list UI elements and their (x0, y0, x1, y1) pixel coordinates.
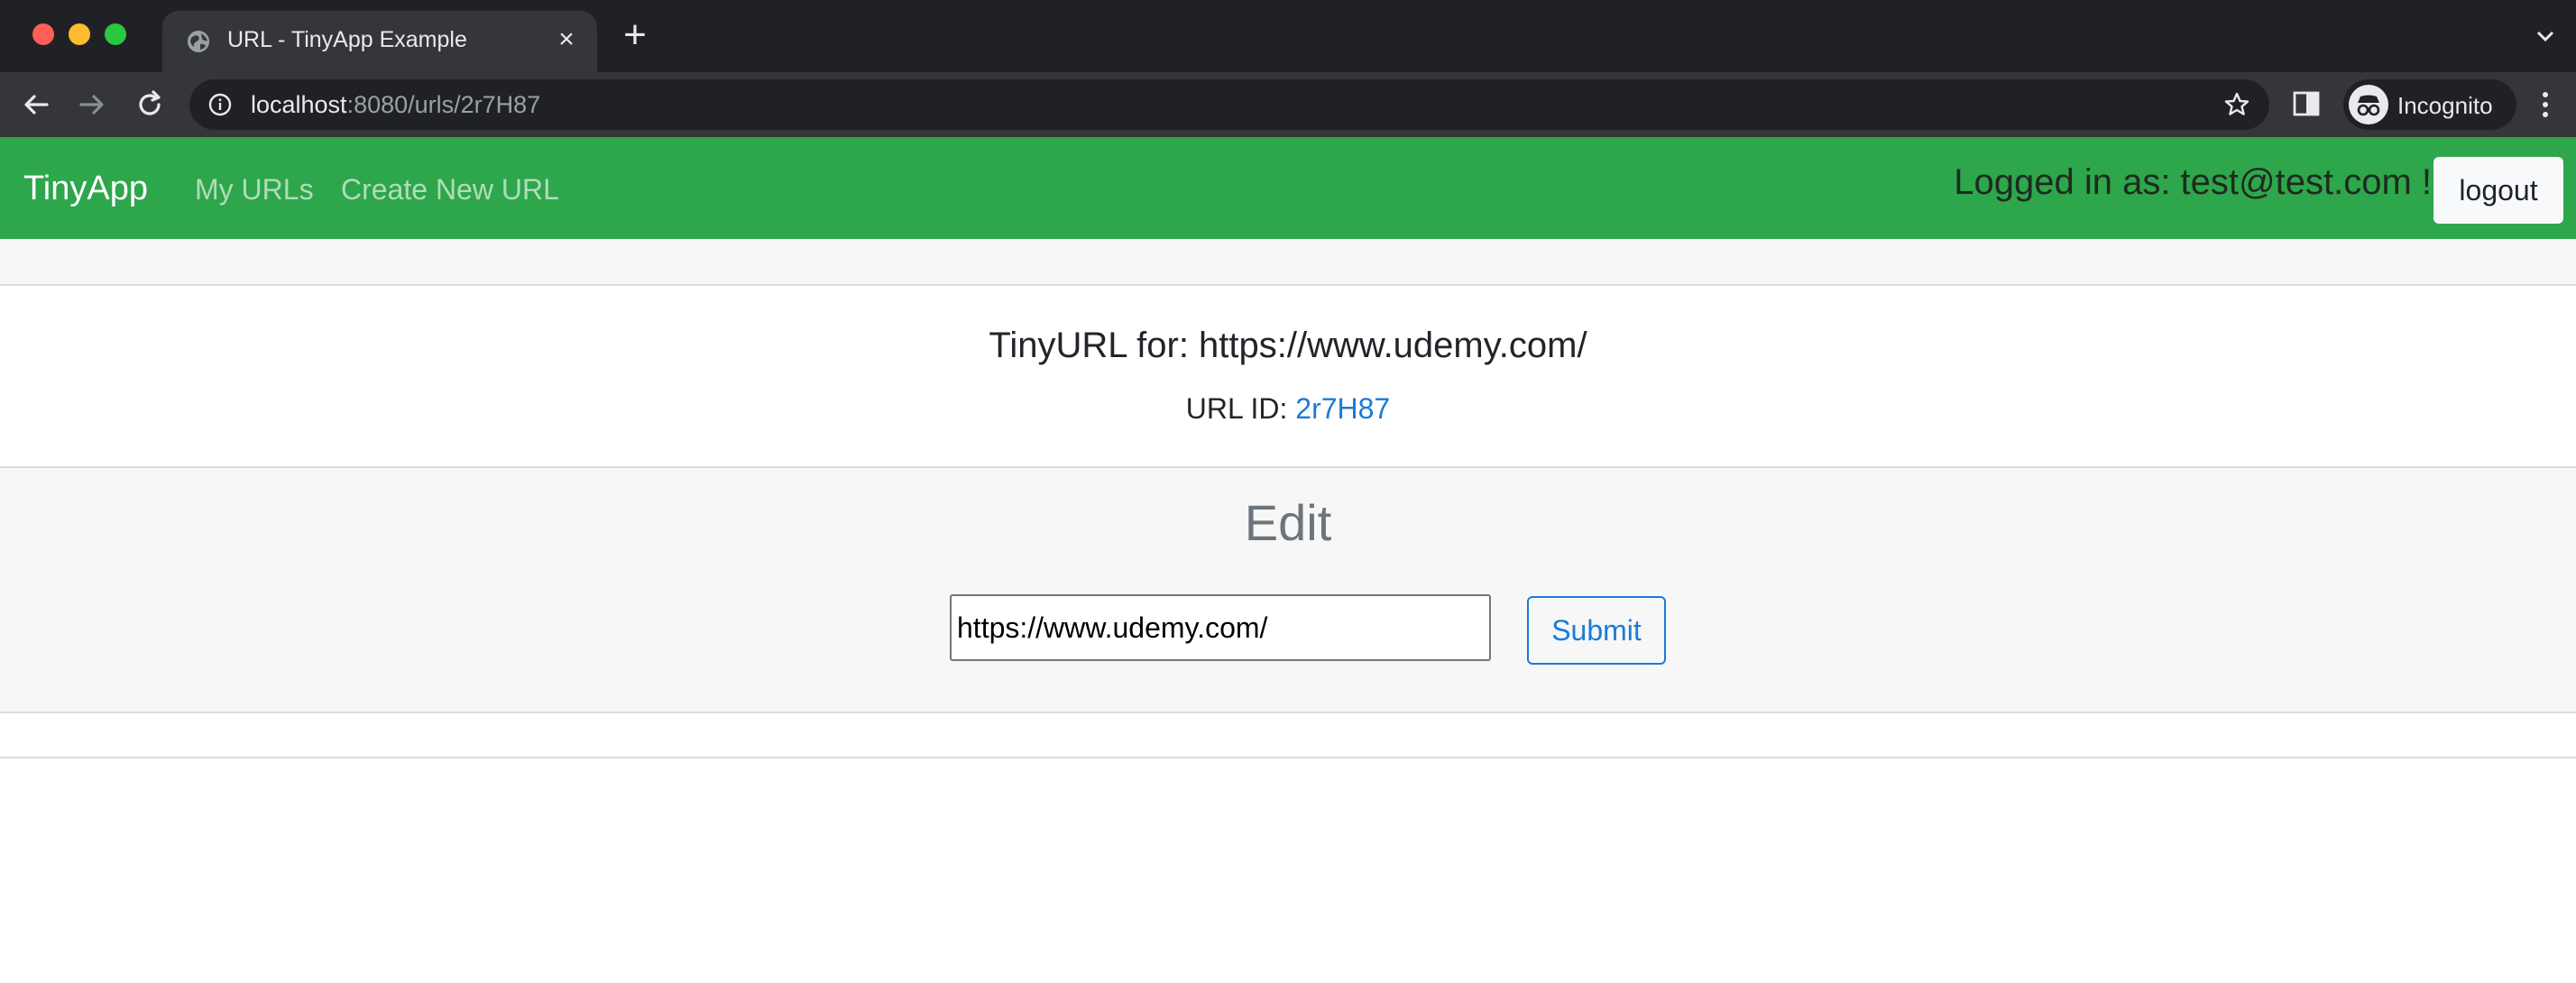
browser-menu-icon[interactable] (2536, 88, 2554, 121)
forward-arrow-icon[interactable] (74, 87, 110, 123)
nav-my-urls-link[interactable]: My URLs (195, 173, 314, 207)
bookmark-star-icon[interactable] (2222, 90, 2251, 119)
url-host: localhost (251, 91, 347, 118)
url-id-link[interactable]: 2r7H87 (1295, 392, 1390, 425)
address-bar[interactable]: localhost:8080/urls/2r7H87 (189, 79, 2269, 130)
tab-close-icon[interactable]: × (552, 25, 581, 54)
back-arrow-icon[interactable] (18, 87, 54, 123)
url-id-line: URL ID: 2r7H87 (0, 392, 2576, 426)
new-tab-icon[interactable]: + (619, 15, 651, 55)
reload-icon[interactable] (132, 87, 168, 123)
long-url-input[interactable] (950, 594, 1491, 661)
site-info-icon[interactable] (207, 92, 233, 117)
browser-tab-strip: URL - TinyApp Example × + (0, 0, 2576, 72)
logged-in-status: Logged in as: test@test.com ! (1954, 162, 2432, 202)
window-minimize-button[interactable] (69, 23, 90, 45)
footer-spacer (0, 713, 2576, 758)
incognito-avatar (2349, 85, 2388, 124)
url-path: :8080/urls/2r7H87 (346, 91, 541, 118)
browser-tab-active[interactable]: URL - TinyApp Example × (162, 11, 597, 72)
logout-button[interactable]: logout (2433, 157, 2563, 224)
nav-create-new-url-link[interactable]: Create New URL (341, 173, 559, 207)
brand-link[interactable]: TinyApp (23, 170, 148, 208)
side-panel-icon[interactable] (2291, 88, 2322, 119)
url-id-label: URL ID: (1185, 392, 1288, 425)
incognito-icon (2357, 95, 2380, 116)
site-navbar: TinyApp My URLs Create New URL Logged in… (0, 137, 2576, 239)
card-title: TinyURL for: https://www.udemy.com/ (989, 326, 1587, 365)
window-close-button[interactable] (32, 23, 54, 45)
window-maximize-button[interactable] (105, 23, 126, 45)
url-info-card: TinyURL for: https://www.udemy.com/ URL … (0, 286, 2576, 468)
incognito-label: Incognito (2397, 92, 2493, 119)
edit-heading: Edit (1244, 494, 1332, 551)
globe-icon (188, 31, 209, 52)
header-spacer (0, 239, 2576, 286)
submit-button[interactable]: Submit (1527, 596, 1666, 665)
browser-toolbar: localhost:8080/urls/2r7H87 Incognito (0, 72, 2576, 137)
tab-search-chevron-icon[interactable] (2531, 22, 2560, 51)
address-bar-url: localhost:8080/urls/2r7H87 (251, 91, 540, 119)
incognito-profile-button[interactable]: Incognito (2343, 79, 2516, 130)
edit-section: Edit Submit (0, 468, 2576, 713)
tab-title: URL - TinyApp Example (227, 27, 467, 52)
